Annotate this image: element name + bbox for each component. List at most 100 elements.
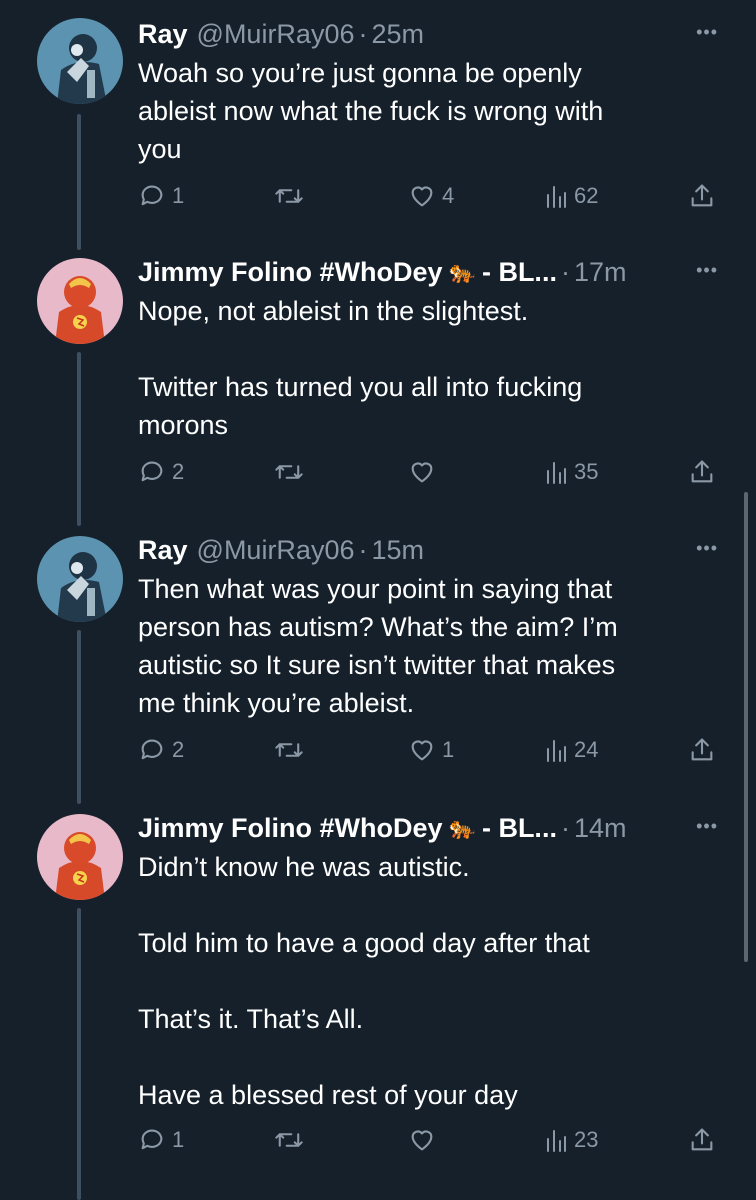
view-count: 35	[574, 459, 599, 484]
retweet-button[interactable]	[274, 176, 310, 216]
author-handle[interactable]: @MuirRay06	[197, 19, 355, 50]
views-icon	[547, 740, 566, 762]
share-button[interactable]	[688, 1120, 716, 1160]
thread-connector	[77, 352, 81, 526]
tiger-emoji: 🐅	[448, 815, 476, 840]
share-icon	[691, 460, 713, 483]
reply-icon	[141, 1129, 163, 1150]
author-name[interactable]: Jimmy Folino #WhoDey	[138, 813, 443, 844]
views-button[interactable]: 23	[544, 1120, 598, 1160]
text-line: you	[138, 134, 182, 164]
view-count: 23	[574, 1127, 599, 1152]
share-icon	[691, 1128, 713, 1151]
author-name[interactable]: Jimmy Folino #WhoDey	[138, 257, 443, 288]
tweet-text: Then what was your point in saying that …	[138, 570, 716, 722]
text-line: Woah so you’re just gonna be openly	[138, 58, 582, 88]
author-handle[interactable]: @MuirRay06	[197, 535, 355, 566]
text-line: me think you’re ableist.	[138, 688, 415, 718]
view-count: 24	[574, 737, 599, 762]
action-bar: 2 35	[138, 452, 728, 492]
like-button[interactable]	[408, 452, 442, 492]
more-options-icon[interactable]: •••	[696, 816, 718, 837]
thread-connector	[77, 114, 81, 250]
retweet-icon	[275, 465, 303, 479]
retweet-icon	[275, 743, 303, 757]
share-button[interactable]	[688, 452, 716, 492]
text-line: person has autism? What’s the aim? I’m	[138, 612, 618, 642]
share-button[interactable]	[688, 730, 716, 770]
text-line: morons	[138, 410, 229, 440]
separator-dot: ·	[358, 534, 368, 565]
action-bar: 2 1 24	[138, 730, 728, 770]
action-bar: 1 4 62	[138, 176, 728, 216]
tweet-text: Didn’t know he was autistic. Told him to…	[138, 848, 716, 1114]
views-icon	[547, 462, 566, 484]
retweet-button[interactable]	[274, 1120, 310, 1160]
scrollbar[interactable]	[744, 492, 748, 962]
retweet-icon	[275, 1133, 303, 1147]
timestamp[interactable]: 15m	[371, 535, 424, 566]
reply-button[interactable]: 2	[138, 730, 184, 770]
timestamp[interactable]: 14m	[574, 813, 627, 844]
reply-count: 2	[172, 737, 185, 762]
views-button[interactable]: 35	[544, 452, 598, 492]
tweet-text: Woah so you’re just gonna be openly able…	[138, 54, 716, 168]
reply-count: 1	[172, 1127, 185, 1152]
heart-icon	[411, 740, 433, 761]
heart-icon	[411, 186, 433, 207]
like-button[interactable]: 1	[408, 730, 454, 770]
tiger-emoji: 🐅	[448, 259, 476, 284]
reply-icon	[141, 185, 163, 206]
heart-icon	[411, 1130, 433, 1151]
avatar[interactable]	[37, 258, 123, 344]
separator-dot: ·	[358, 18, 368, 49]
timestamp[interactable]: 17m	[574, 257, 627, 288]
retweet-button[interactable]	[274, 452, 310, 492]
views-icon	[547, 186, 566, 208]
author-name-suffix[interactable]: - BL...	[482, 257, 557, 288]
heart-icon	[411, 462, 433, 483]
text-line: Told him to have a good day after that	[138, 928, 590, 958]
like-button[interactable]	[408, 1120, 442, 1160]
view-count: 62	[574, 183, 599, 208]
author-name-suffix[interactable]: - BL...	[482, 813, 557, 844]
text-line: Didn’t know he was autistic.	[138, 852, 470, 882]
text-line: Have a blessed rest of your day	[138, 1080, 518, 1110]
more-options-icon[interactable]: •••	[696, 538, 718, 559]
text-line: Twitter has turned you all into fucking	[138, 372, 583, 402]
reply-count: 1	[172, 183, 185, 208]
more-options-icon[interactable]: •••	[696, 22, 718, 43]
avatar[interactable]	[37, 814, 123, 900]
like-button[interactable]: 4	[408, 176, 454, 216]
like-count: 4	[442, 183, 455, 208]
separator-dot: ·	[560, 256, 570, 287]
text-line: Then what was your point in saying that	[138, 574, 613, 604]
thread-connector	[77, 630, 81, 804]
retweet-icon	[275, 189, 303, 203]
avatar[interactable]	[37, 536, 123, 622]
reply-button[interactable]: 1	[138, 1120, 184, 1160]
views-icon	[547, 1130, 566, 1152]
reply-icon	[141, 461, 163, 482]
author-name[interactable]: Ray	[138, 19, 188, 50]
text-line: autistic so It sure isn’t twitter that m…	[138, 650, 616, 680]
views-button[interactable]: 24	[544, 730, 598, 770]
tweet-text: Nope, not ableist in the slightest. Twit…	[138, 292, 716, 444]
share-icon	[691, 738, 713, 761]
retweet-button[interactable]	[274, 730, 310, 770]
text-line: ableist now what the fuck is wrong with	[138, 96, 604, 126]
text-line: Nope, not ableist in the slightest.	[138, 296, 529, 326]
thread: Ray @MuirRay06 · 25m ••• Woah so you’re …	[0, 0, 756, 1200]
reply-button[interactable]: 1	[138, 176, 184, 216]
avatar[interactable]	[37, 18, 123, 104]
reply-button[interactable]: 2	[138, 452, 184, 492]
share-button[interactable]	[688, 176, 716, 216]
timestamp[interactable]: 25m	[371, 19, 424, 50]
more-options-icon[interactable]: •••	[696, 260, 718, 281]
reply-icon	[141, 739, 163, 760]
views-button[interactable]: 62	[544, 176, 598, 216]
author-name[interactable]: Ray	[138, 535, 188, 566]
